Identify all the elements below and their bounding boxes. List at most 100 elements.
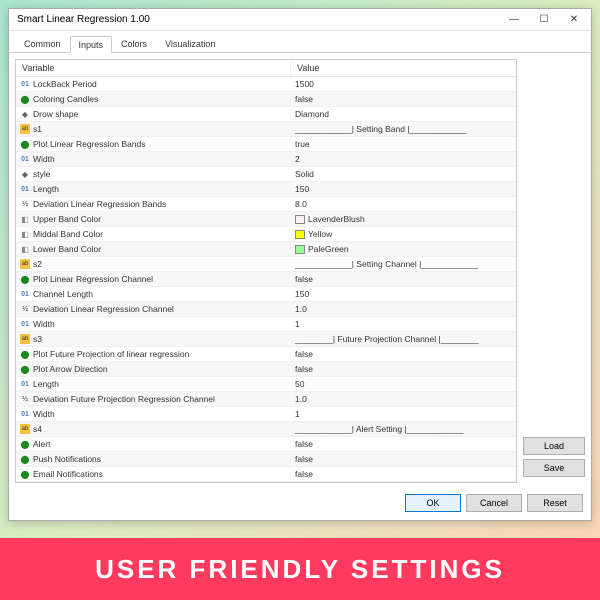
table-row[interactable]: abs2____________| Setting Channel |_____…: [16, 257, 516, 272]
table-row[interactable]: ◆Drow shape Diamond: [16, 107, 516, 122]
table-row[interactable]: 01Width1: [16, 317, 516, 332]
variable-cell: 01Width: [16, 318, 291, 330]
tab-colors[interactable]: Colors: [112, 35, 156, 52]
value-cell[interactable]: false: [291, 363, 516, 375]
variable-label: Plot Future Projection of linear regress…: [33, 349, 189, 359]
table-row[interactable]: ◆styleSolid: [16, 167, 516, 182]
table-row[interactable]: ⬤Push Notificationsfalse: [16, 452, 516, 467]
tabs: Common Inputs Colors Visualization: [9, 31, 591, 53]
table-row[interactable]: ⬤Coloring Candlesfalse: [16, 92, 516, 107]
value-cell[interactable]: false: [291, 273, 516, 285]
value-cell[interactable]: true: [291, 138, 516, 150]
value-cell[interactable]: ____________| Alert Setting |___________…: [291, 423, 516, 435]
shape-icon: ◆: [20, 169, 30, 179]
variable-cell: ⬤Alert: [16, 438, 291, 450]
value-cell[interactable]: 1500: [291, 78, 516, 90]
value-label: false: [295, 469, 313, 479]
load-button[interactable]: Load: [523, 437, 585, 455]
shape-icon: ◆: [20, 109, 30, 119]
save-button[interactable]: Save: [523, 459, 585, 477]
boolean-icon: ⬤: [20, 139, 30, 149]
value-cell[interactable]: 50: [291, 378, 516, 390]
value-cell[interactable]: false: [291, 348, 516, 360]
fraction-icon: ½: [20, 199, 30, 209]
header-variable[interactable]: Variable: [16, 60, 291, 76]
value-cell[interactable]: Yellow: [291, 228, 516, 240]
variable-cell: 01Channel Length: [16, 288, 291, 300]
value-cell[interactable]: ____________| Setting Band |____________: [291, 123, 516, 135]
value-cell[interactable]: false: [291, 453, 516, 465]
table-row[interactable]: 01Width1: [16, 407, 516, 422]
tab-common[interactable]: Common: [15, 35, 70, 52]
value-cell[interactable]: 1: [291, 318, 516, 330]
tab-inputs[interactable]: Inputs: [70, 36, 113, 53]
table-row[interactable]: ◧Lower Band ColorPaleGreen: [16, 242, 516, 257]
value-cell[interactable]: 150: [291, 183, 516, 195]
boolean-icon: ⬤: [20, 439, 30, 449]
value-label: false: [295, 349, 313, 359]
variable-label: Plot Linear Regression Bands: [33, 139, 145, 149]
value-cell[interactable]: false: [291, 468, 516, 480]
boolean-icon: ⬤: [20, 469, 30, 479]
variable-label: s3: [33, 334, 42, 344]
reset-button[interactable]: Reset: [527, 494, 583, 512]
value-cell[interactable]: ____________| Setting Channel |_________…: [291, 258, 516, 270]
variable-label: s2: [33, 259, 42, 269]
value-cell[interactable]: false: [291, 438, 516, 450]
table-row[interactable]: 01LockBack Period1500: [16, 77, 516, 92]
variable-label: Drow shape: [33, 109, 78, 119]
fraction-icon: ½: [20, 304, 30, 314]
value-cell[interactable]: PaleGreen: [291, 243, 516, 255]
string-icon: ab: [20, 424, 30, 434]
variable-cell: abs4: [16, 423, 291, 435]
table-row[interactable]: ⬤Plot Linear Regression Channelfalse: [16, 272, 516, 287]
minimize-button[interactable]: —: [499, 10, 529, 30]
value-cell[interactable]: 8.0: [291, 198, 516, 210]
table-row[interactable]: ½Deviation Linear Regression Channel1.0: [16, 302, 516, 317]
table-row[interactable]: ⬤Email Notificationsfalse: [16, 467, 516, 482]
table-row[interactable]: abs3________| Future Projection Channel …: [16, 332, 516, 347]
value-cell[interactable]: LavenderBlush: [291, 213, 516, 225]
value-cell[interactable]: false: [291, 93, 516, 105]
table-row[interactable]: ⬤Plot Future Projection of linear regres…: [16, 347, 516, 362]
boolean-icon: ⬤: [20, 349, 30, 359]
number-icon: 01: [20, 409, 30, 419]
value-cell[interactable]: 1.0: [291, 303, 516, 315]
maximize-button[interactable]: ☐: [529, 10, 559, 30]
table-row[interactable]: ⬤Plot Arrow Directionfalse: [16, 362, 516, 377]
table-row[interactable]: 01Channel Length150: [16, 287, 516, 302]
value-cell[interactable]: 2: [291, 153, 516, 165]
value-cell[interactable]: Diamond: [291, 108, 516, 120]
table-row[interactable]: abs1____________| Setting Band |________…: [16, 122, 516, 137]
value-cell[interactable]: 1.0: [291, 393, 516, 405]
variable-cell: ◆style: [16, 168, 291, 180]
table-row[interactable]: 01Length150: [16, 182, 516, 197]
variable-label: Lower Band Color: [33, 244, 101, 254]
variable-cell: ◧Upper Band Color: [16, 213, 291, 225]
value-cell[interactable]: ________| Future Projection Channel |___…: [291, 333, 516, 345]
variable-label: Plot Linear Regression Channel: [33, 274, 153, 284]
inputs-table: Variable Value 01LockBack Period1500⬤Col…: [15, 59, 517, 483]
value-label: 8.0: [295, 199, 307, 209]
table-row[interactable]: ½Deviation Linear Regression Bands8.0: [16, 197, 516, 212]
variable-label: Deviation Future Projection Regression C…: [33, 394, 215, 404]
table-row[interactable]: ⬤Alertfalse: [16, 437, 516, 452]
value-cell[interactable]: 150: [291, 288, 516, 300]
cancel-button[interactable]: Cancel: [466, 494, 522, 512]
table-row[interactable]: 01Width2: [16, 152, 516, 167]
ok-button[interactable]: OK: [405, 494, 461, 512]
tab-visualization[interactable]: Visualization: [156, 35, 224, 52]
number-icon: 01: [20, 379, 30, 389]
table-row[interactable]: ½Deviation Future Projection Regression …: [16, 392, 516, 407]
table-row[interactable]: ◧Middal Band ColorYellow: [16, 227, 516, 242]
table-row[interactable]: abs4____________| Alert Setting |_______…: [16, 422, 516, 437]
dialog-footer: OK Cancel Reset: [9, 489, 591, 520]
header-value[interactable]: Value: [291, 60, 516, 76]
value-cell[interactable]: 1: [291, 408, 516, 420]
variable-cell: abs3: [16, 333, 291, 345]
table-row[interactable]: 01Length50: [16, 377, 516, 392]
value-cell[interactable]: Solid: [291, 168, 516, 180]
table-row[interactable]: ⬤Plot Linear Regression Bands true: [16, 137, 516, 152]
close-button[interactable]: ✕: [559, 10, 589, 30]
table-row[interactable]: ◧Upper Band ColorLavenderBlush: [16, 212, 516, 227]
